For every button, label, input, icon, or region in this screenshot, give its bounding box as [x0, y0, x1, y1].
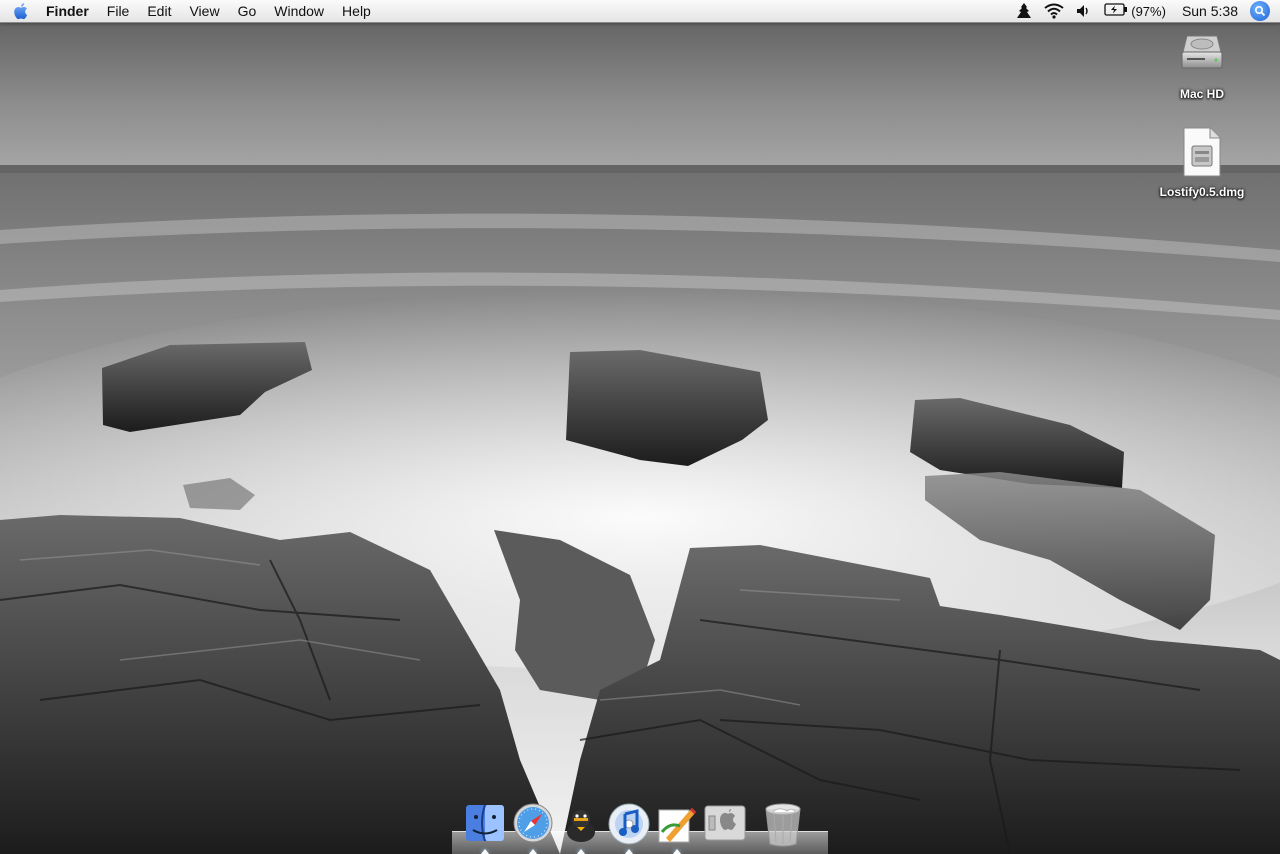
menu-window[interactable]: Window	[265, 0, 333, 22]
running-indicator	[577, 849, 585, 854]
safari-compass-icon	[512, 802, 554, 850]
desktop-icon-label: Mac HD	[1179, 87, 1224, 101]
desktop-icon-mac-hd[interactable]: Mac HD	[1147, 30, 1257, 101]
menu-app-name[interactable]: Finder	[44, 0, 98, 22]
menu-bar-left: Finder File Edit View Go Window Help	[0, 0, 380, 22]
desktop-icon-label: Lostify0.5.dmg	[1159, 185, 1245, 199]
finder-icon	[464, 802, 506, 850]
running-indicator	[673, 849, 681, 854]
dock-trash[interactable]	[760, 802, 806, 850]
menu-file[interactable]: File	[98, 0, 139, 22]
wifi-icon[interactable]	[1038, 0, 1070, 22]
menu-clock[interactable]: Sun 5:38	[1172, 3, 1250, 19]
trash-icon	[763, 802, 803, 850]
pen-document-icon	[656, 802, 698, 850]
adium-duck-icon	[560, 802, 602, 850]
time-machine-icon[interactable]	[1010, 0, 1038, 22]
hard-drive-icon	[1177, 35, 1227, 84]
menu-go[interactable]: Go	[229, 0, 266, 22]
disk-image-icon	[1181, 127, 1223, 182]
menu-extras: (97%) Sun 5:38	[1010, 0, 1280, 22]
apple-menu-icon[interactable]	[0, 0, 44, 22]
dock-itunes[interactable]	[606, 802, 652, 854]
dock	[452, 798, 828, 854]
desktop-wallpaper	[0, 0, 1280, 854]
system-preferences-icon	[703, 802, 747, 850]
running-indicator	[625, 849, 633, 854]
spotlight-search-icon[interactable]	[1250, 1, 1270, 21]
volume-icon[interactable]	[1070, 0, 1098, 22]
battery-icon	[1104, 3, 1128, 19]
dock-finder[interactable]	[462, 802, 508, 854]
running-indicator	[529, 849, 537, 854]
dock-items	[462, 802, 808, 854]
dock-system-preferences[interactable]	[702, 802, 748, 850]
running-indicator	[481, 849, 489, 854]
dock-safari[interactable]	[510, 802, 556, 854]
itunes-icon	[607, 802, 651, 850]
desktop-icon-lostify-dmg[interactable]: Lostify0.5.dmg	[1147, 126, 1257, 199]
menu-view[interactable]: View	[180, 0, 228, 22]
menu-help[interactable]: Help	[333, 0, 380, 22]
dock-pen-app[interactable]	[654, 802, 700, 854]
battery-status[interactable]: (97%)	[1098, 0, 1172, 22]
menu-edit[interactable]: Edit	[138, 0, 180, 22]
menu-bar: Finder File Edit View Go Window Help (97…	[0, 0, 1280, 23]
battery-percentage: (97%)	[1131, 3, 1166, 19]
dock-adium[interactable]	[558, 802, 604, 854]
